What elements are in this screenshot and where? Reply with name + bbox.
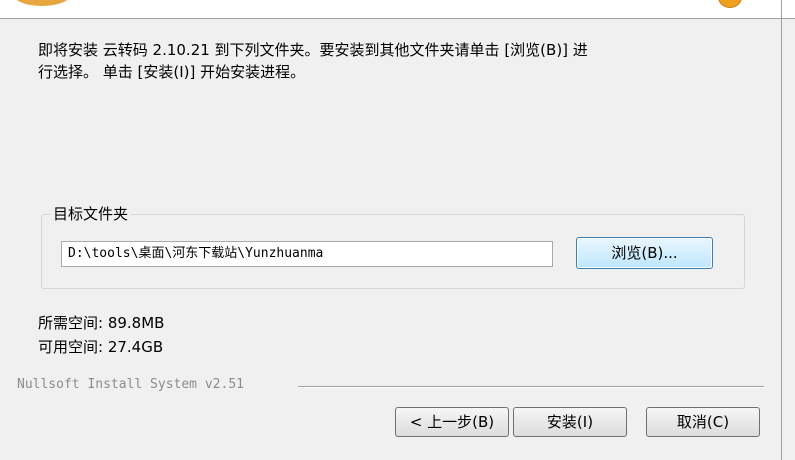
destination-path-input[interactable]: D:\tools\桌面\河东下载站\Yunzhuanma — [61, 241, 553, 267]
app-badge-icon — [718, 0, 742, 8]
header-banner — [0, 0, 795, 19]
destination-folder-label: 目标文件夹 — [50, 204, 132, 224]
cancel-button[interactable]: 取消(C) — [646, 407, 760, 437]
space-available-text: 可用空间: 27.4GB — [38, 338, 164, 356]
browse-button[interactable]: 浏览(B)... — [576, 237, 713, 269]
installer-logo-icon — [12, 0, 72, 6]
intro-text: 即将安装 云转码 2.10.21 到下列文件夹。要安装到其他文件夹请单击 [浏览… — [38, 41, 588, 81]
back-button[interactable]: < 上一步(B) — [395, 407, 509, 437]
nsis-branding-text: Nullsoft Install System v2.51 — [17, 377, 244, 392]
branding-divider — [298, 386, 764, 388]
install-button[interactable]: 安装(I) — [513, 407, 627, 437]
space-required-text: 所需空间: 89.8MB — [38, 314, 165, 332]
installer-window: 即将安装 云转码 2.10.21 到下列文件夹。要安装到其他文件夹请单击 [浏览… — [0, 0, 795, 460]
window-border — [781, 0, 782, 460]
